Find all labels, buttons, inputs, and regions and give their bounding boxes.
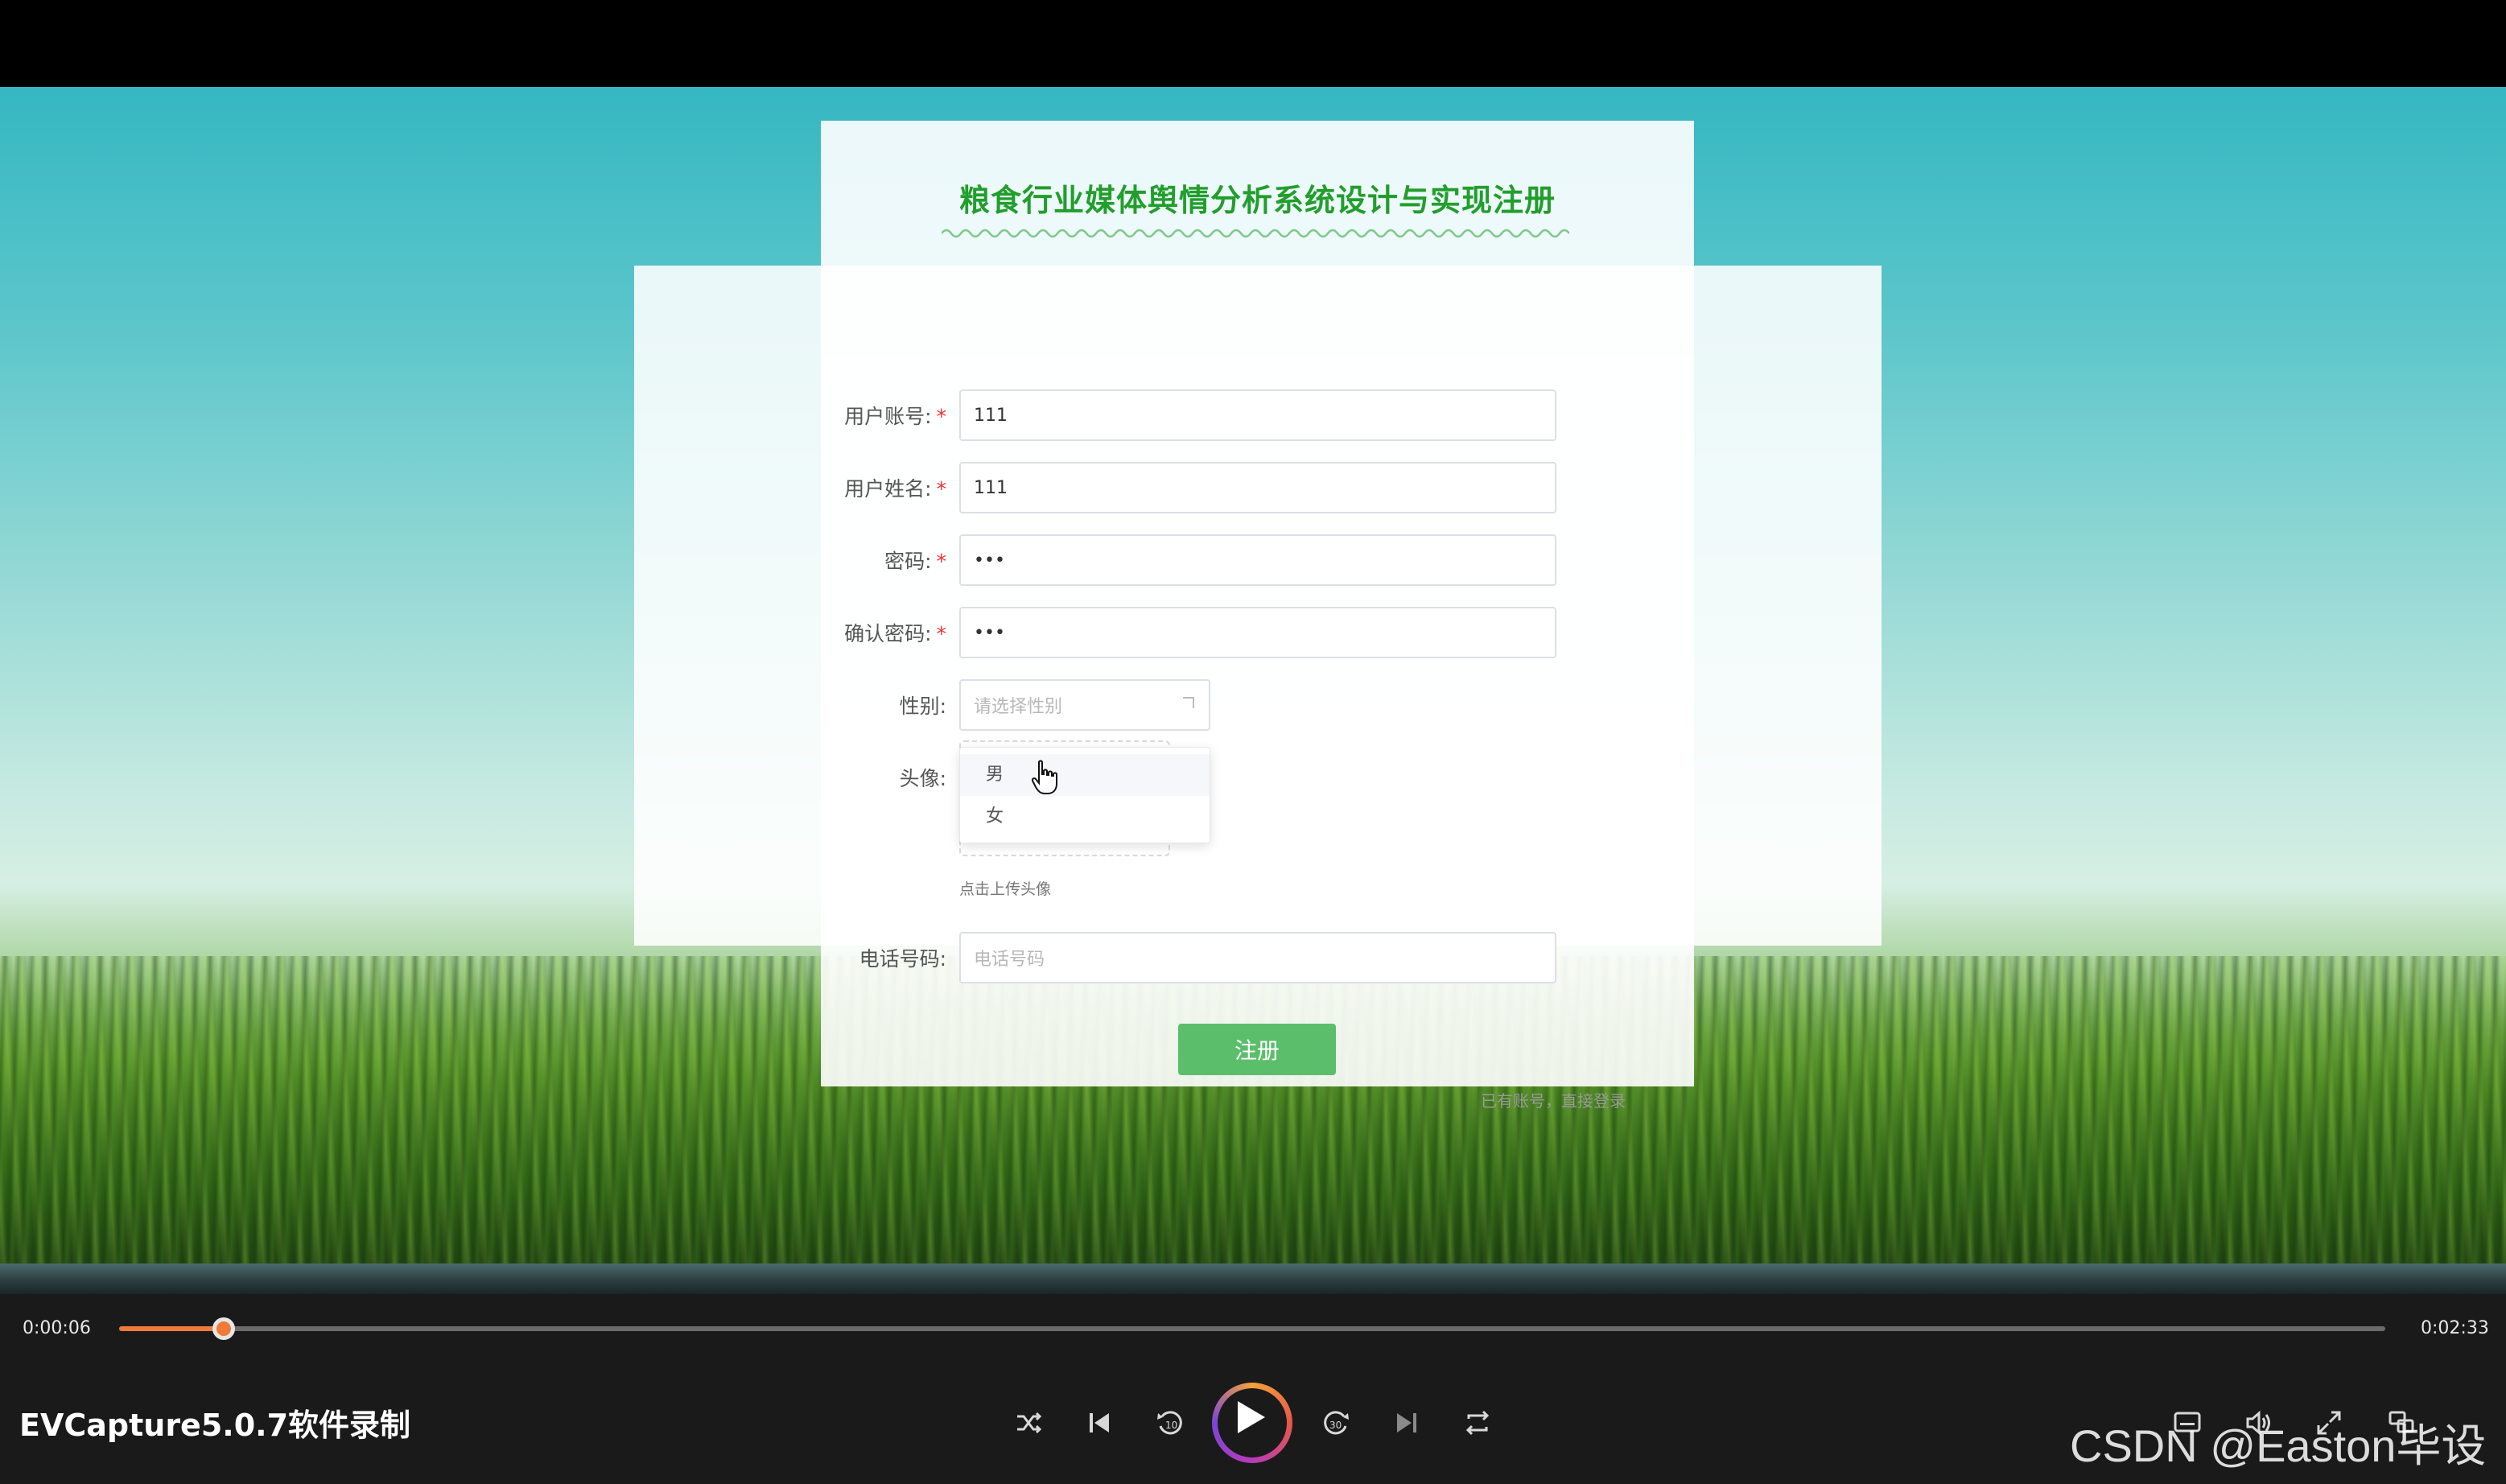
seek-bar[interactable] [119,1317,2385,1340]
rewind-10-icon[interactable]: 10 [1148,1400,1193,1445]
seek-thumb[interactable] [212,1317,235,1340]
repeat-icon[interactable] [1455,1400,1500,1445]
name-input[interactable]: 111 [959,462,1556,513]
gender-label: 性别: [899,695,946,718]
gender-select[interactable]: 请选择性别 [959,679,1210,731]
name-row: 用户姓名: * [805,462,958,513]
confirm-password-label: 确认密码: * [844,622,946,645]
gender-dropdown: 男 女 [959,747,1210,843]
register-button[interactable]: 注册 [1178,1024,1336,1075]
video-letterbox-top [0,0,2506,87]
play-icon [1238,1401,1265,1433]
avatar-label: 头像: [899,767,946,790]
page-title: 粮食行业媒体舆情分析系统设计与实现注册 [958,183,1556,218]
account-label: 用户账号: * [844,405,946,428]
svg-text:10: 10 [1165,1420,1177,1431]
password-label: 密码: * [884,550,946,573]
previous-icon[interactable] [1077,1400,1122,1445]
current-time: 0:00:06 [23,1318,91,1338]
avatar-row: 头像: [805,752,958,803]
phone-row: 电话号码: [805,932,958,983]
ground-strip [0,1263,2506,1294]
play-button[interactable] [1212,1383,1292,1463]
password-input[interactable]: ••• [959,534,1556,586]
gender-row: 性别: [805,679,958,731]
register-panel-wide [634,266,1882,946]
confirm-password-row: 确认密码: * [805,607,958,658]
forward-30-icon[interactable]: 30 [1313,1400,1358,1445]
login-link[interactable]: 已有账号，直接登录 [1481,1088,1626,1111]
watermark: CSDN @Easton毕设 [2070,1420,2487,1471]
total-time: 0:02:33 [2421,1318,2489,1338]
next-icon[interactable] [1384,1400,1429,1445]
phone-label: 电话号码: [859,947,946,971]
name-label: 用户姓名: * [844,477,946,501]
gender-option-female[interactable]: 女 [960,796,1210,838]
confirm-password-input[interactable]: ••• [959,607,1556,658]
app-name: EVCapture5.0.7软件录制 [19,1408,411,1443]
title-underline [942,229,1569,238]
gender-placeholder: 请选择性别 [974,697,1063,717]
password-row: 密码: * [805,534,958,586]
gender-option-male[interactable]: 男 [960,754,1210,796]
avatar-hint: 点击上传头像 [959,880,1052,898]
hand-cursor-icon [1032,760,1057,794]
chevron-down-icon [1183,697,1194,708]
seek-bar-progress [119,1326,224,1331]
account-row: 用户账号: * [805,390,958,441]
account-input[interactable]: 111 [959,390,1556,441]
phone-input[interactable]: 电话号码 [959,932,1556,983]
svg-text:30: 30 [1329,1420,1342,1431]
shuffle-icon[interactable] [1006,1400,1051,1445]
